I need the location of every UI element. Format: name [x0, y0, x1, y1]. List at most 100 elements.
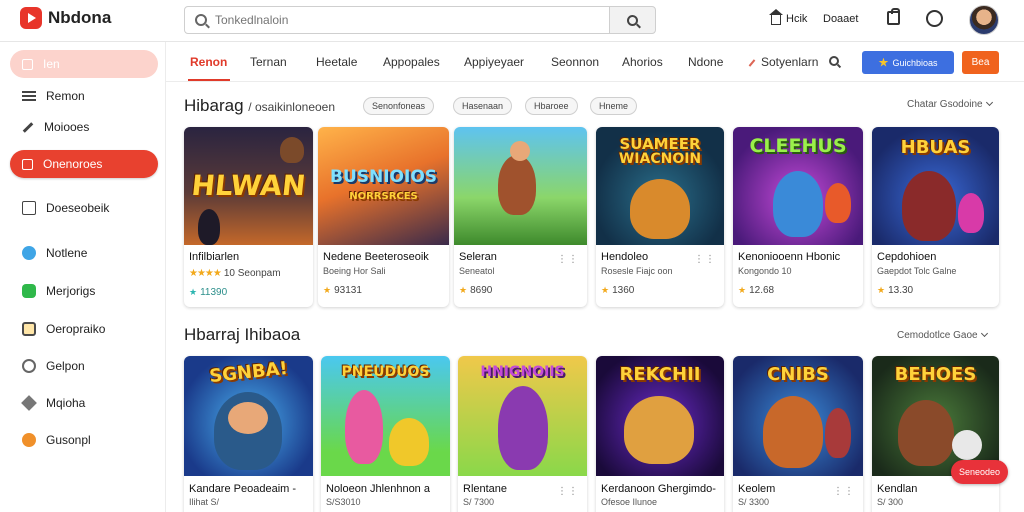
game-card[interactable]: Seleran Seneatol ★ 8690 ⋮⋮	[454, 127, 587, 307]
card-subtitle: S/ 3300	[738, 497, 770, 507]
header-link-2-label: Doaaet	[823, 13, 859, 25]
character-figure	[498, 386, 548, 470]
character-figure	[280, 137, 304, 163]
card-meta-text: 10 Seonpam	[223, 268, 281, 279]
chip-4[interactable]: Hneme	[590, 97, 638, 115]
search-input[interactable]	[215, 13, 595, 27]
pen-icon	[22, 121, 34, 133]
character-figure	[825, 183, 851, 223]
tab-seonnon[interactable]: Seonnon	[551, 55, 599, 69]
star-icon: ★	[601, 285, 610, 295]
sidebar-item-moiooes[interactable]: Moiooes	[10, 113, 158, 141]
character-head	[228, 402, 268, 434]
sidebar-item-oeropraiko[interactable]: Oeropraiko	[10, 315, 158, 343]
more-options-icon[interactable]: ⋮⋮	[557, 486, 579, 497]
game-card[interactable]: HNIGNOIIS Rlentane S/ 7300 ⋮⋮	[458, 356, 587, 512]
card-price: ★ 11390	[189, 287, 227, 298]
tab-ahorios[interactable]: Ahorios	[622, 55, 663, 69]
card-title: Cepdohioen	[877, 251, 937, 263]
sidebar-item-label: Moiooes	[44, 120, 90, 134]
game-card[interactable]: BEHOES Kendlan S/ 300	[872, 356, 999, 512]
orange-button[interactable]: Bea	[962, 51, 999, 74]
header-link-2[interactable]: Doaaet	[823, 13, 858, 25]
game-card[interactable]: SUAMEER WIACNOIN Hendoleo Rosesle Fiajc …	[596, 127, 724, 307]
game-thumbnail: HLWAN	[184, 127, 313, 245]
chip-2[interactable]: Hasenaan	[453, 97, 513, 115]
sidebar-item-doeseobeik[interactable]: Doeseobeik	[10, 194, 158, 222]
chip-3[interactable]: Hbaroee	[525, 97, 578, 115]
card-title: Kendlan	[877, 483, 918, 495]
thumb-title: SGNBA!	[208, 357, 289, 388]
card-rating: ★ 1360	[601, 285, 634, 296]
top-bar: Nbdona Hcik Doaaet	[0, 0, 1024, 42]
game-card[interactable]: HLWAN Infilbiarlen ★★★★ 10 Seonpam ★ 113…	[184, 127, 313, 307]
sidebar-item-label: Remon	[46, 89, 85, 103]
promo-button-label: Guichbioas	[892, 57, 938, 68]
card-subtitle: S/ 7300	[463, 497, 495, 507]
section1-more-link[interactable]: Chatar Gsodoine	[907, 98, 993, 110]
tab-ndone[interactable]: Ndone	[688, 55, 723, 69]
card-meta-text: 1360	[612, 285, 635, 296]
card-subtitle: Ofesoe Ilunoe	[601, 497, 658, 507]
tab-ternan[interactable]: Ternan	[250, 55, 287, 69]
search-box[interactable]	[184, 6, 610, 34]
app-logo[interactable]: Nbdona	[20, 7, 111, 29]
avatar[interactable]	[969, 5, 999, 35]
ball-icon	[952, 430, 982, 460]
floating-action-button[interactable]: Seneodeo	[951, 460, 1008, 484]
sidebar-item-label: Gusonpl	[46, 433, 91, 447]
card-title: Infilbiarlen	[189, 251, 240, 263]
game-card[interactable]: HBUAS Cepdohioen Gaepdot Tolc Galne ★ 13…	[872, 127, 999, 307]
card-rating: ★ 93131	[323, 285, 362, 296]
bag-icon[interactable]	[887, 8, 900, 25]
tab-appiyeyaer[interactable]: Appiyeyaer	[464, 55, 524, 69]
game-card[interactable]: CNIBS Keolem S/ 3300 ⋮⋮	[733, 356, 863, 512]
sidebar-item-remon[interactable]: Remon	[10, 82, 158, 110]
game-card[interactable]: CLEEHUS Kenoniooenn Hbonic Kongondo 10 ★…	[733, 127, 863, 307]
thumb-subtitle: NORRSRCES	[349, 191, 418, 202]
star-icon	[878, 57, 889, 67]
tab-renon[interactable]: Renon	[190, 55, 227, 69]
card-meta-text: 13.30	[888, 285, 914, 296]
game-thumbnail: HNIGNOIIS	[458, 356, 587, 476]
pencil-icon	[748, 59, 756, 67]
card-title: Rlentane	[463, 483, 508, 495]
sidebar-item-notlene[interactable]: Notlene	[10, 239, 158, 267]
game-card[interactable]: BUSNIOIOS NORRSRCES Nedene Beeteroseoik …	[318, 127, 449, 307]
chip-1[interactable]: Senonfoneas	[363, 97, 435, 115]
sidebar-item-merjorigs[interactable]: Merjorigs	[10, 277, 158, 305]
folder-icon	[22, 201, 36, 215]
gamepad-icon	[22, 284, 36, 298]
sidebar-item-gusonpl[interactable]: Gusonpl	[10, 426, 158, 454]
clock-icon[interactable]	[926, 10, 943, 27]
more-options-icon[interactable]: ⋮⋮	[557, 254, 579, 265]
sidebar-item-mqioha[interactable]: Mqioha	[10, 389, 158, 417]
search-icon	[195, 14, 207, 26]
sidebar-item-label: Oeropraiko	[46, 322, 106, 336]
star-icon: ★	[877, 285, 886, 295]
promo-button[interactable]: Guichbioas	[862, 51, 954, 74]
sidebar-item-ien[interactable]: Ien	[10, 50, 158, 78]
sidebar: Ien Remon Moiooes Onenoroes Doeseobeik N…	[0, 42, 166, 512]
tab-appopales[interactable]: Appopales	[383, 55, 440, 69]
header-link-1[interactable]: Hcik	[769, 9, 807, 25]
search-button[interactable]	[609, 6, 656, 34]
game-thumbnail: CLEEHUS	[733, 127, 863, 245]
more-options-icon[interactable]: ⋮⋮	[833, 486, 855, 497]
square-icon	[22, 158, 33, 170]
sidebar-item-gelpon[interactable]: Gelpon	[10, 352, 158, 380]
app-name: Nbdona	[48, 8, 112, 27]
game-card[interactable]: REKCHII Kerdanoon Ghergimdo- Ofesoe Ilun…	[596, 356, 724, 512]
tab-search-icon[interactable]	[829, 56, 839, 66]
game-card[interactable]: PNEUDUOS Noloeon Jhlenhnon a S/S3010	[321, 356, 450, 512]
game-card[interactable]: SGNBA! Kandare Peoadeaim - Ilihat S/	[184, 356, 313, 512]
sidebar-item-onenoroes[interactable]: Onenoroes	[10, 150, 158, 178]
more-options-icon[interactable]: ⋮⋮	[694, 254, 716, 265]
section2-more-link[interactable]: Cemodotlce Gaoe	[897, 329, 988, 341]
thumb-title: HBUAS	[900, 137, 971, 158]
tab-heetale[interactable]: Heetale	[316, 55, 357, 69]
tab-sotyenlarn[interactable]: Sotyenlarn	[748, 55, 818, 69]
card-rating: ★ 13.30	[877, 285, 913, 296]
card-title: Noloeon Jhlenhnon a	[326, 483, 430, 495]
character-figure	[773, 171, 823, 237]
